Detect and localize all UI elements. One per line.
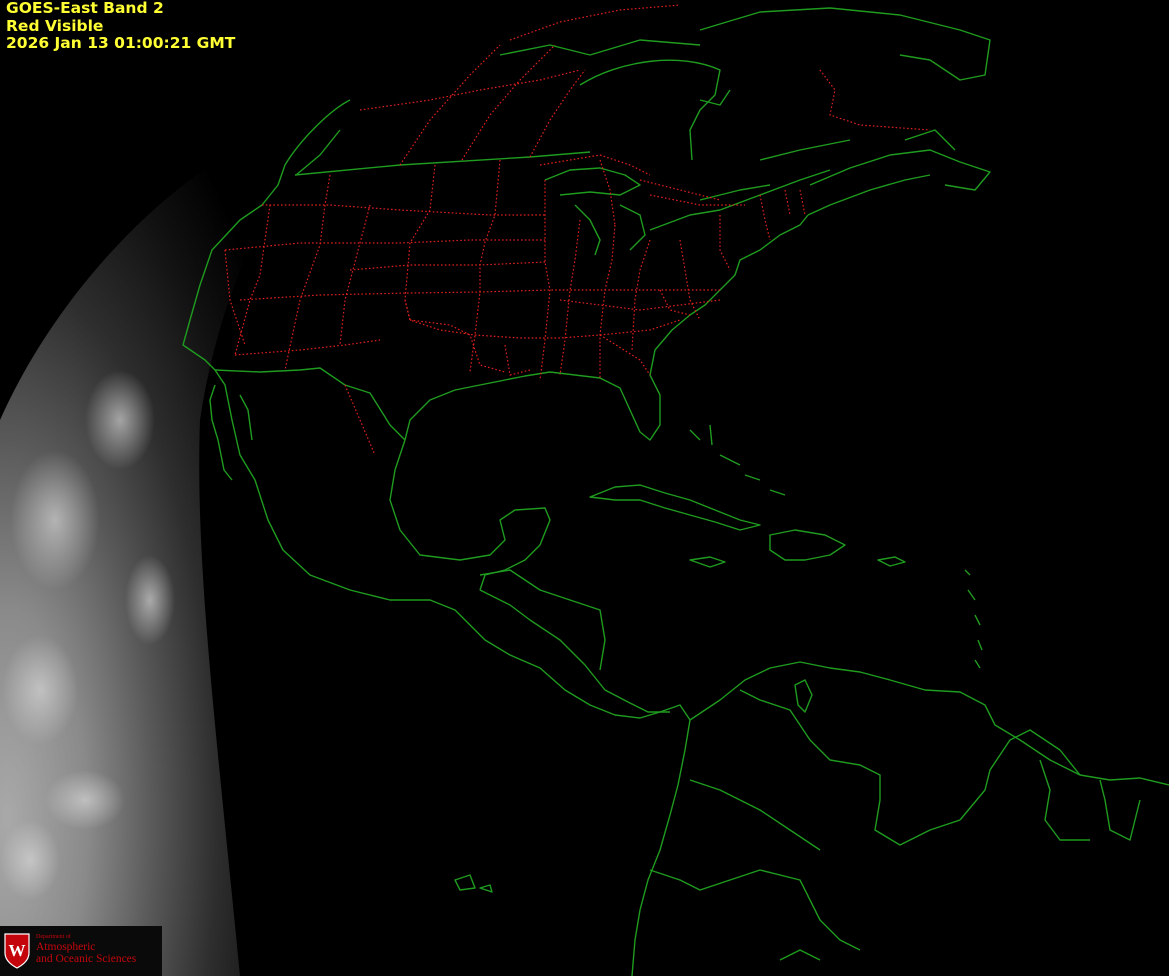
caption-timestamp: 2026 Jan 13 01:00:21 GMT [6, 34, 236, 52]
department-logo: W Department of Atmospheric and Oceanic … [0, 926, 162, 976]
department-of-label: Department of [36, 934, 71, 940]
department-name: Department of Atmospheric and Oceanic Sc… [36, 934, 136, 965]
caption-satellite-band: GOES-East Band 2 [6, 0, 164, 17]
crest-letter: W [9, 941, 26, 960]
uw-crest-icon: W [4, 933, 30, 969]
image-caption: GOES-East Band 2 Red Visible 2026 Jan 13… [6, 0, 235, 53]
satellite-map [0, 0, 1169, 976]
department-line1: Atmospheric [36, 941, 96, 953]
department-line2: and Oceanic Sciences [36, 953, 137, 965]
caption-channel: Red Visible [6, 16, 104, 35]
